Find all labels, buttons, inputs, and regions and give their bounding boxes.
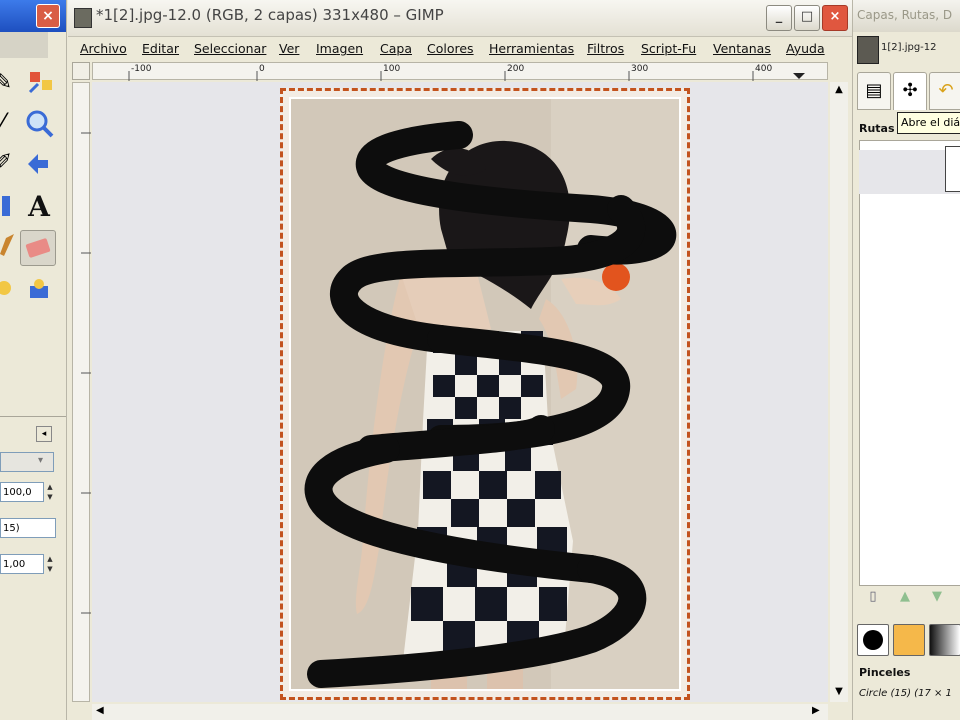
vertical-ruler	[72, 82, 91, 702]
new-path-icon[interactable]: ▯	[863, 588, 883, 606]
menu-ventanas[interactable]: Ventanas	[713, 41, 771, 56]
opacity-spinner-icon[interactable]: ▲ ▼	[46, 482, 54, 502]
toolbox-menu-strip	[0, 32, 48, 58]
foreground-color-swatch[interactable]	[857, 624, 889, 656]
image-window-titlebar: *1[2].jpg-12.0 (RGB, 2 capas) 331x480 – …	[68, 0, 852, 37]
scroll-down-icon[interactable]: ▼	[832, 686, 846, 700]
toolbox-close-button[interactable]: ×	[36, 4, 60, 28]
eraser-tool-icon[interactable]	[20, 230, 56, 266]
image-canvas[interactable]	[92, 82, 828, 702]
menu-ayuda[interactable]: Ayuda	[786, 41, 825, 56]
background-color-swatch[interactable]	[893, 624, 925, 656]
dock-title: Capas, Rutas, D	[857, 8, 953, 22]
color-picker-tool-icon[interactable]	[24, 66, 58, 100]
brush-tool-icon[interactable]	[0, 230, 22, 264]
paths-label: Rutas	[859, 122, 895, 135]
horizontal-ruler: -100 0 100 200 300 400	[92, 62, 828, 81]
menu-imagen[interactable]: Imagen	[316, 41, 363, 56]
menu-colores[interactable]: Colores	[427, 41, 474, 56]
text-tool-icon[interactable]: A	[22, 190, 56, 224]
window-title: *1[2].jpg-12.0 (RGB, 2 capas) 331x480 – …	[96, 6, 444, 24]
ruler-label: -100	[131, 64, 152, 74]
options-collapse-icon[interactable]: ◂	[36, 426, 52, 442]
opacity-input[interactable]: 100,0	[0, 482, 44, 502]
scale-input[interactable]: 1,00	[0, 554, 44, 574]
scale-spinner-icon[interactable]: ▲ ▼	[46, 554, 54, 574]
lower-path-icon[interactable]: ▼	[927, 588, 947, 606]
ruler-label: 200	[507, 64, 525, 74]
menu-capa[interactable]: Capa	[380, 41, 412, 56]
paths-icon: ✣	[902, 80, 918, 101]
paths-list[interactable]	[859, 140, 960, 586]
raise-path-icon[interactable]: ▲	[895, 588, 915, 606]
close-button[interactable]: ×	[822, 5, 848, 31]
scroll-left-icon[interactable]: ◀	[96, 705, 104, 716]
brush-name: Circle (15) (17 × 1	[859, 688, 952, 699]
quick-mask-corner-button[interactable]	[72, 62, 90, 80]
tab-paths[interactable]: ✣	[893, 72, 927, 110]
ruler-label: 100	[383, 64, 401, 74]
menu-script-fu[interactable]: Script-Fu	[641, 41, 696, 56]
clone-tool-icon[interactable]	[0, 272, 22, 306]
layers-icon: ▤	[865, 80, 883, 101]
image-window: *1[2].jpg-12.0 (RGB, 2 capas) 331x480 – …	[68, 0, 852, 720]
mode-select[interactable]	[0, 452, 54, 472]
vertical-scrollbar[interactable]: ▲ ▼	[830, 82, 848, 702]
mode-select-chevron-icon: ▾	[38, 455, 44, 466]
scroll-right-icon[interactable]: ▶	[812, 705, 820, 716]
scroll-up-icon[interactable]: ▲	[832, 84, 846, 98]
dock-titlebar: Capas, Rutas, D	[853, 0, 960, 32]
eyedropper-tool-icon[interactable]: ⁄	[0, 106, 20, 140]
dock-window: Capas, Rutas, D 1[2].jpg-12 ▤ ✣ ↶ Abre e…	[852, 0, 960, 720]
menubar: Archivo Editar Seleccionar Ver Imagen Ca…	[68, 37, 852, 61]
tab-undo[interactable]: ↶	[929, 72, 960, 110]
ruler-label: 300	[631, 64, 649, 74]
gimp-app-icon	[74, 8, 92, 28]
menu-seleccionar[interactable]: Seleccionar	[194, 41, 266, 56]
image-selector[interactable]: 1[2].jpg-12	[881, 42, 937, 53]
brush-field[interactable]: 15)	[0, 518, 56, 538]
horizontal-scrollbar[interactable]: ◀ ▶	[92, 704, 828, 720]
maximize-button[interactable]: □	[794, 5, 820, 31]
smudge-tool-icon[interactable]: ✎	[0, 66, 20, 100]
menu-filtros[interactable]: Filtros	[587, 41, 624, 56]
path-thumbnail	[945, 146, 960, 192]
image-thumbnail	[857, 36, 879, 64]
ruler-label: 400	[755, 64, 773, 74]
photo	[289, 97, 681, 691]
menu-ver[interactable]: Ver	[279, 41, 299, 56]
ruler-label: 0	[259, 64, 265, 74]
toolbox-window: × ✎ ⁄ ✐ A ◂ ▾ 100,0 ▲▼ 15) 1,00 ▲▼	[0, 0, 67, 720]
minimize-button[interactable]: _	[766, 5, 792, 31]
dodge-burn-tool-icon[interactable]	[22, 272, 56, 306]
brushes-label: Pinceles	[859, 666, 911, 679]
menu-archivo[interactable]: Archivo	[80, 41, 127, 56]
zoom-tool-icon[interactable]	[22, 106, 56, 140]
gradient-swatch[interactable]	[929, 624, 960, 656]
tab-layers[interactable]: ▤	[857, 72, 891, 110]
toolbox-separator	[0, 416, 66, 417]
measure-tool-icon[interactable]: ✐	[0, 146, 20, 180]
move-tool-icon[interactable]	[22, 146, 56, 180]
undo-icon: ↶	[938, 80, 954, 101]
layer-boundary	[280, 88, 690, 700]
tooltip: Abre el diá	[897, 112, 960, 134]
flip-tool-icon[interactable]	[0, 188, 22, 222]
menu-herramientas[interactable]: Herramientas	[489, 41, 574, 56]
menu-editar[interactable]: Editar	[142, 41, 179, 56]
